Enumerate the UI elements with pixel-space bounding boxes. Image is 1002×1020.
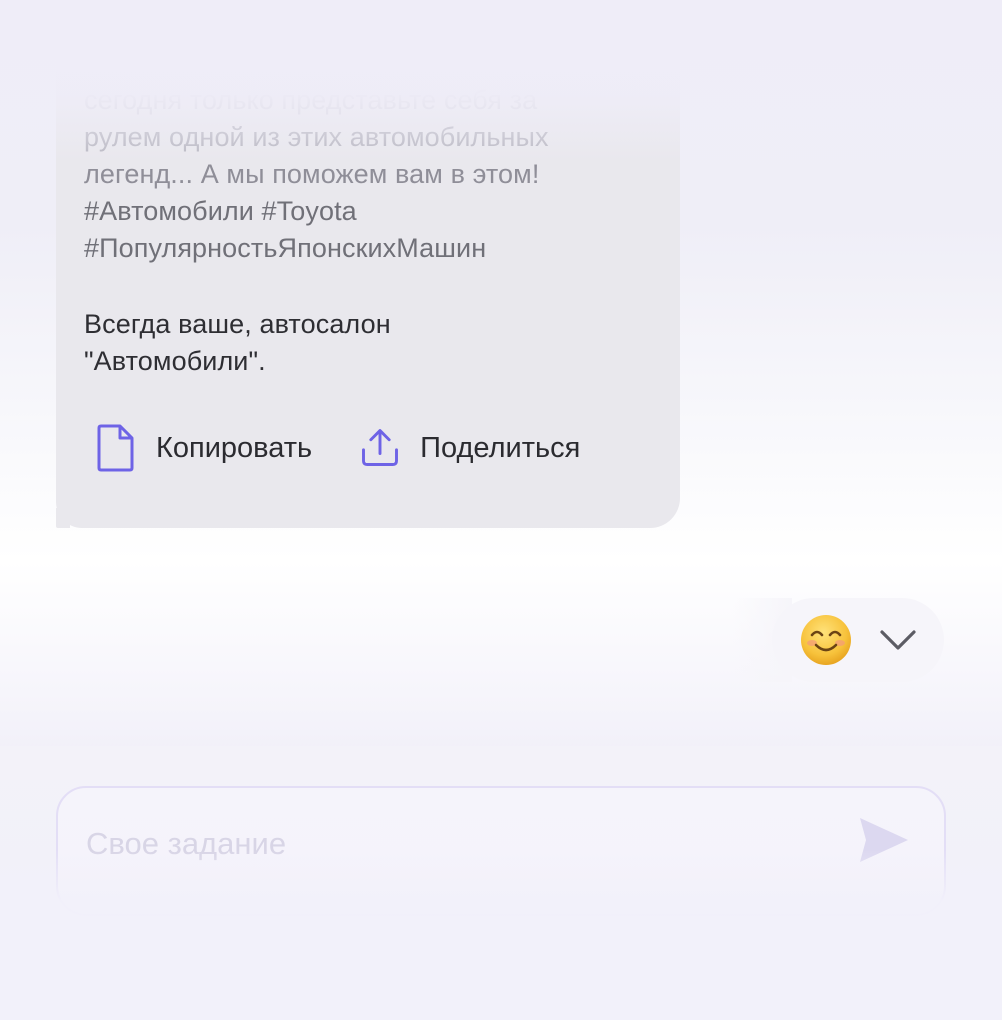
message-line: сегодня только представьте себя за — [84, 85, 538, 115]
chevron-down-icon — [880, 630, 916, 650]
bot-message-bubble: сегодня только представьте себя за рулем… — [56, 40, 680, 528]
message-line: рулем одной из этих автомобильных — [84, 122, 549, 152]
reaction-emoji-button[interactable] — [799, 613, 853, 667]
task-input[interactable] — [84, 818, 788, 870]
send-icon — [860, 818, 908, 862]
share-label: Поделиться — [420, 431, 581, 464]
message-actions: Копировать Поделиться — [94, 420, 580, 476]
message-line: #ПопулярностьЯпонскихМашин — [84, 233, 487, 263]
message-line: легенд... А мы поможем вам в этом! — [84, 159, 540, 189]
reaction-pill — [732, 598, 944, 682]
reaction-expand-button[interactable] — [876, 620, 920, 660]
bubble-tail — [56, 508, 70, 528]
message-line: #Автомобили #Toyota — [84, 196, 357, 226]
document-copy-icon — [94, 420, 138, 476]
smiling-face-icon — [801, 615, 851, 665]
send-button[interactable] — [852, 812, 914, 868]
share-upload-icon — [358, 420, 402, 476]
share-button[interactable]: Поделиться — [358, 420, 580, 476]
message-text: сегодня только представьте себя за рулем… — [84, 82, 664, 380]
message-line: Всегда ваше, автосалон — [84, 309, 391, 339]
message-line: "Автомобили". — [84, 346, 266, 376]
copy-label: Копировать — [156, 431, 313, 464]
copy-button[interactable]: Копировать — [94, 420, 312, 476]
